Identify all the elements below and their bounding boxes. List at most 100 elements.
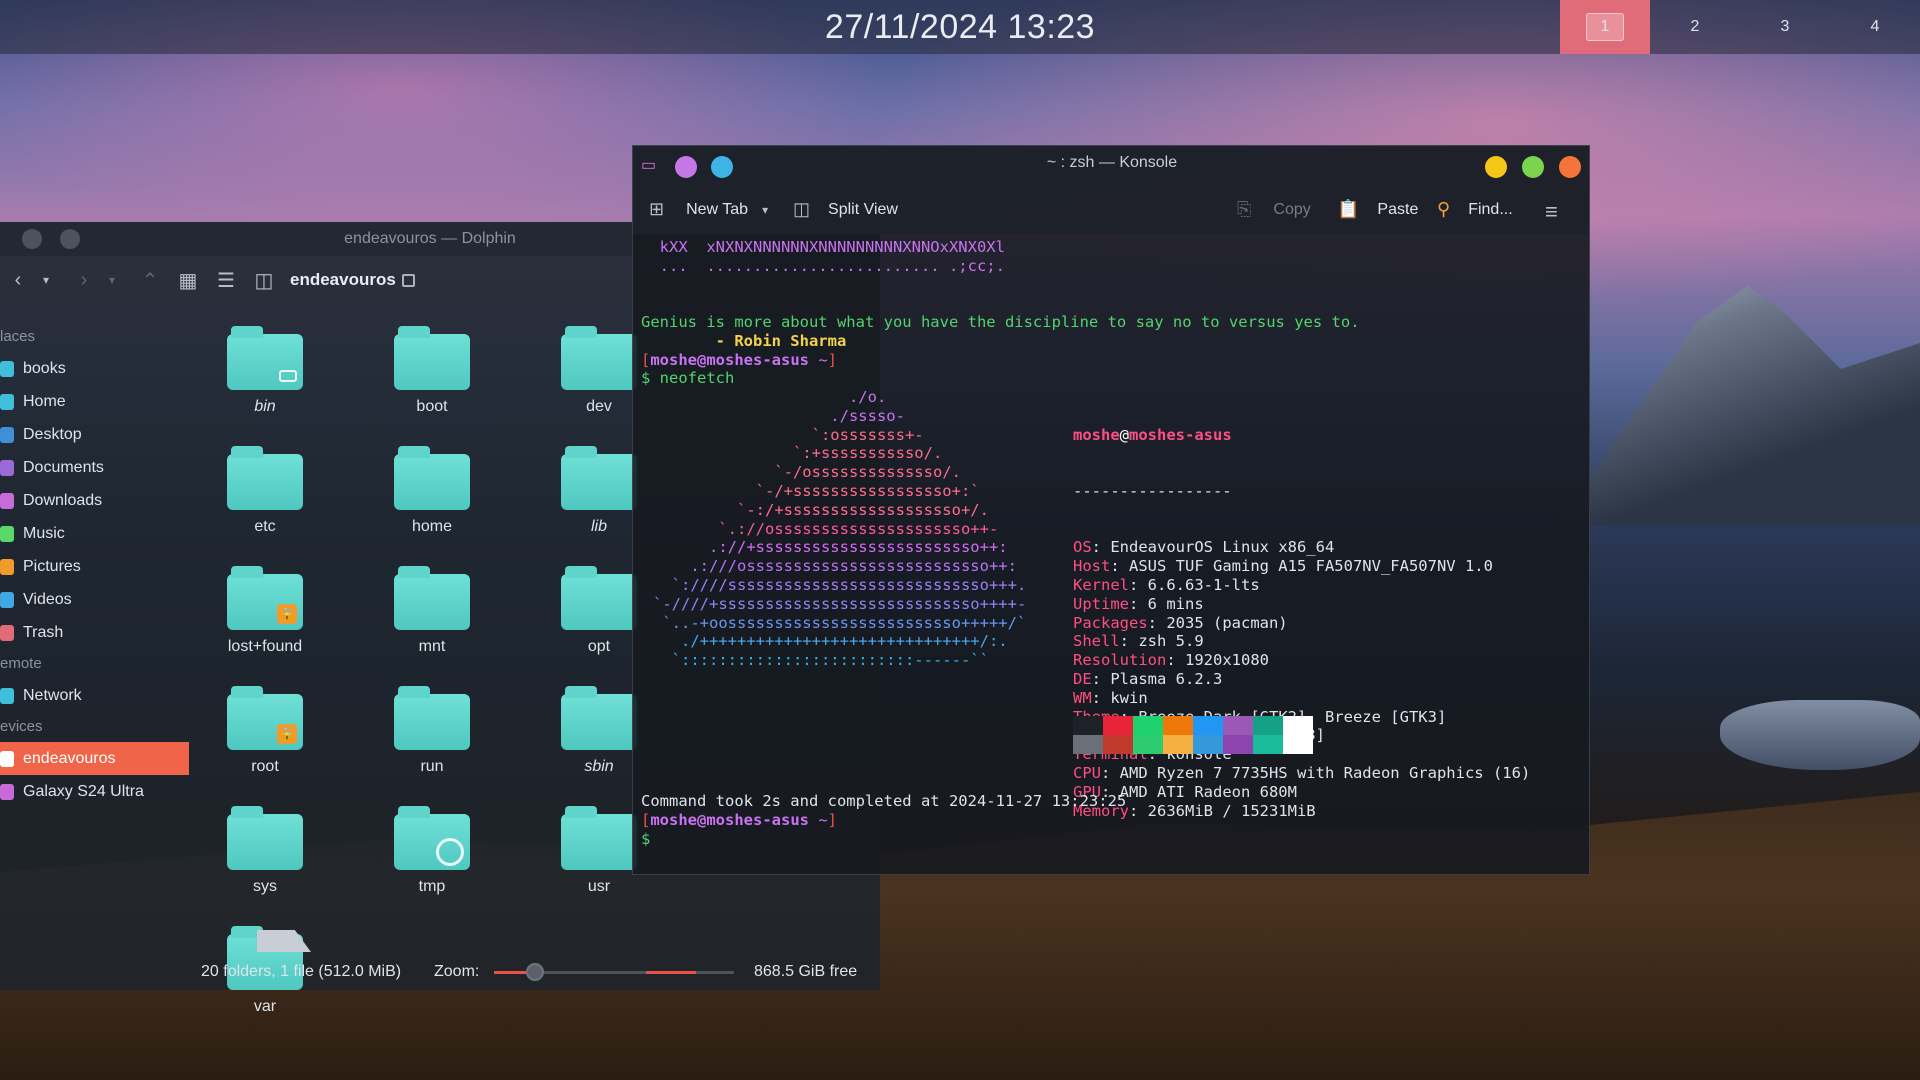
zoom-label: Zoom: xyxy=(434,963,480,980)
icons-view-icon[interactable]: ▦ xyxy=(176,268,200,293)
folder-icon xyxy=(394,806,470,870)
color-swatch xyxy=(1133,735,1163,754)
folder-icon xyxy=(561,686,637,750)
sidebar-section-remote: emote xyxy=(0,655,42,672)
sidebar-item-music[interactable]: Music xyxy=(0,517,190,550)
split-view-icon[interactable]: ◫ xyxy=(252,268,276,293)
folder-icon xyxy=(394,446,470,510)
folder-item[interactable]: tmp xyxy=(372,806,492,914)
chevron-down-icon[interactable]: ▾ xyxy=(34,273,58,287)
folder-item[interactable]: etc xyxy=(205,446,325,554)
desktop-button-3[interactable]: 3 xyxy=(1740,0,1830,54)
split-view-button[interactable]: ◫ Split View xyxy=(793,199,898,220)
konsole-window: ▭ ~ : zsh — Konsole ⊞ New Tab ▾ ◫ Split … xyxy=(632,145,1590,875)
sidebar-item-home[interactable]: Home xyxy=(0,385,190,418)
desktop-button-2[interactable]: 2 xyxy=(1650,0,1740,54)
sidebar-item-desktop[interactable]: Desktop xyxy=(0,418,190,451)
sidebar-item-videos[interactable]: Videos xyxy=(0,583,190,616)
minimize-button[interactable] xyxy=(1485,156,1507,178)
folder-item[interactable]: boot xyxy=(372,326,492,434)
ascii-art-line: `-////+ssssssssssssssssssssssssssso++++- xyxy=(653,594,1027,613)
folder-label: boot xyxy=(416,398,448,415)
neofetch-info-row: Shell: zsh 5.9 xyxy=(1073,632,1204,651)
info-key: Packages xyxy=(1073,613,1148,632)
place-icon xyxy=(0,687,14,704)
color-swatch xyxy=(1193,735,1223,754)
desktop-button-4[interactable]: 4 xyxy=(1830,0,1920,54)
zoom-slider[interactable] xyxy=(494,963,734,981)
sidebar-item-downloads[interactable]: Downloads xyxy=(0,484,190,517)
folder-item[interactable]: mnt xyxy=(372,566,492,674)
up-icon[interactable]: ⌃ xyxy=(138,268,162,293)
place-icon xyxy=(0,750,14,767)
sidebar-item-pictures[interactable]: Pictures xyxy=(0,550,190,583)
info-value: EndeavourOS Linux x86_64 xyxy=(1110,538,1335,557)
ascii-art-line: .://+ssssssssssssssssssssssso++: xyxy=(653,538,1008,557)
sidebar-item-books[interactable]: books xyxy=(0,352,190,385)
hamburger-menu-button[interactable]: ≡ xyxy=(1545,199,1558,225)
desktop-button-1[interactable]: 1 xyxy=(1560,0,1650,54)
place-icon xyxy=(0,492,14,509)
color-swatch xyxy=(1283,716,1313,735)
folder-item[interactable]: bin xyxy=(205,326,325,434)
sidebar-item-endeavouros[interactable]: endeavouros xyxy=(0,742,189,775)
sidebar-section-places: laces xyxy=(0,328,36,345)
chevron-down-icon[interactable]: ▾ xyxy=(762,203,768,217)
color-swatch xyxy=(1073,716,1103,735)
sidebar-item-documents[interactable]: Documents xyxy=(0,451,190,484)
folder-label: lost+found xyxy=(227,638,303,655)
details-view-icon[interactable]: ☰ xyxy=(214,268,238,293)
info-value: zsh 5.9 xyxy=(1138,632,1204,651)
wallpaper-mountain xyxy=(1560,285,1920,525)
neofetch-info-row: Kernel: 6.6.63-1-lts xyxy=(1073,575,1260,594)
folder-item[interactable]: home xyxy=(372,446,492,554)
neofetch-header: moshe@moshes-asus xyxy=(1073,425,1232,444)
ascii-art-line: `.://osssssssssssssssssssso++- xyxy=(653,519,999,538)
forward-icon[interactable]: › xyxy=(72,269,96,292)
neofetch-info-row: Uptime: 6 mins xyxy=(1073,594,1204,613)
panel-clock[interactable]: 27/11/2024 13:23 xyxy=(825,8,1095,47)
active-prompt[interactable]: $ xyxy=(641,830,650,849)
prompt-dir: ~ xyxy=(818,810,828,829)
lock-icon: 🔒 xyxy=(277,724,297,744)
copy-button[interactable]: ⎘ Copy xyxy=(1237,199,1311,220)
color-swatch xyxy=(1223,735,1253,754)
info-key: Uptime xyxy=(1073,594,1129,613)
status-count: 20 folders, 1 file (512.0 MiB) xyxy=(201,963,402,980)
places-panel: laces books Home Desktop Documents Downloads… xyxy=(0,322,190,808)
folder-item[interactable]: 🔒 root xyxy=(205,686,325,794)
paste-button[interactable]: 📋 Paste xyxy=(1337,199,1418,220)
terminal-output[interactable]: kXX xNXNXNNNNNNXNNNNNNNNNXNNOxXNX0Xl ...… xyxy=(641,238,1581,868)
new-tab-button[interactable]: ⊞ New Tab ▾ xyxy=(649,199,768,220)
folder-label: sys xyxy=(253,878,277,895)
neofetch-info-row: Packages: 2035 (pacman) xyxy=(1073,613,1288,632)
folder-item[interactable]: run xyxy=(372,686,492,794)
chevron-down-icon[interactable]: ▾ xyxy=(100,273,124,287)
breadcrumb[interactable]: endeavouros xyxy=(290,270,415,290)
maximize-button[interactable] xyxy=(1522,156,1544,178)
sidebar-item-galaxy-s24-ultra[interactable]: Galaxy S24 Ultra xyxy=(0,775,190,808)
sidebar-item-trash[interactable]: Trash xyxy=(0,616,190,649)
sidebar-section-devices: evices xyxy=(0,718,43,735)
konsole-titlebar[interactable]: ▭ ~ : zsh — Konsole xyxy=(633,146,1589,184)
neofetch-info-row: CPU: AMD Ryzen 7 7735HS with Radeon Grap… xyxy=(1073,763,1531,782)
command-line: $ neofetch xyxy=(641,369,735,388)
zoom-slider-handle[interactable] xyxy=(526,963,544,981)
neofetch-info: moshe@moshes-asus ----------------- OS: … xyxy=(1073,388,1530,858)
folder-item[interactable]: 🔒 lost+found xyxy=(205,566,325,674)
folder-label: run xyxy=(420,758,444,775)
info-value: 6.6.63-1-lts xyxy=(1147,575,1260,594)
sidebar-item-label: Trash xyxy=(23,623,64,641)
desktop-label: 1 xyxy=(1585,13,1625,41)
folder-item[interactable]: sys xyxy=(205,806,325,914)
find-button[interactable]: ⚲ Find... xyxy=(1437,199,1513,220)
folder-label: etc xyxy=(254,518,276,535)
clock-icon xyxy=(436,838,464,866)
command-text: neofetch xyxy=(659,369,735,388)
sidebar-item-network[interactable]: Network xyxy=(0,679,190,712)
close-button[interactable] xyxy=(1559,156,1581,178)
place-icon xyxy=(0,426,14,443)
back-icon[interactable]: ‹ xyxy=(6,269,30,292)
completion-line: Command took 2s and completed at 2024-11… xyxy=(641,792,1127,810)
split-view-label: Split View xyxy=(828,200,898,218)
